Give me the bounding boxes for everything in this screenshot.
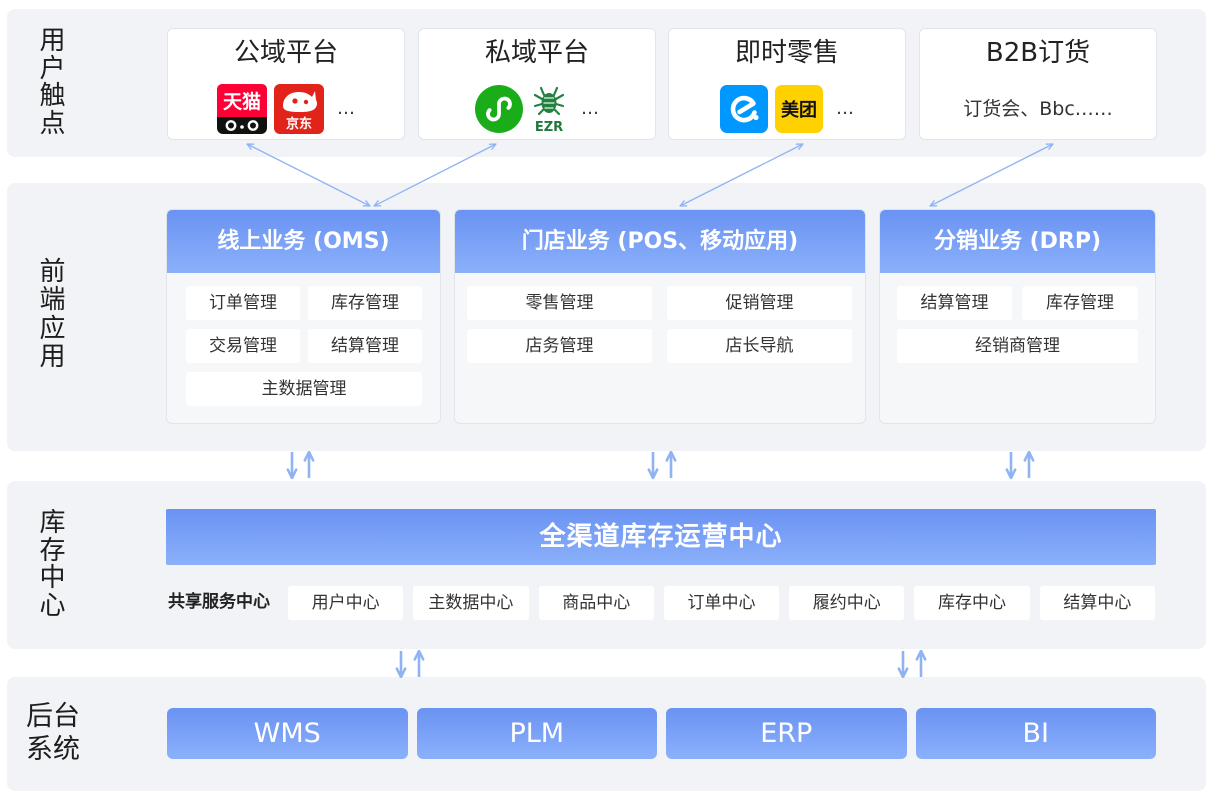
service-item: 库存中心 — [914, 586, 1030, 620]
module-items: 订单管理 库存管理 交易管理 结算管理 主数据管理 — [167, 273, 440, 406]
module-header: 分销业务 (DRP) — [880, 210, 1155, 273]
touchpoint-logos: 天猫 京东 … — [168, 84, 404, 134]
module-items: 结算管理 库存管理 经销商管理 — [880, 273, 1155, 363]
module-card-drp: 分销业务 (DRP) 结算管理 库存管理 经销商管理 — [879, 209, 1156, 424]
touchpoint-description: 订货会、Bbc…… — [963, 98, 1113, 120]
layer-frontend-apps: 前端应用 线上业务 (OMS) 订单管理 库存管理 交易管理 结算管理 主数据管… — [7, 183, 1206, 451]
module-item: 经销商管理 — [897, 329, 1138, 363]
service-item: 履约中心 — [789, 586, 905, 620]
layer-label: 用户触点 — [39, 26, 66, 139]
jd-logo-eye — [303, 99, 309, 105]
module-item: 结算管理 — [308, 329, 422, 363]
shared-services-list: 用户中心 主数据中心 商品中心 订单中心 履约中心 库存中心 结算中心 — [288, 586, 1155, 620]
jd-logo-text: 京东 — [286, 116, 312, 132]
tmall-logo-icon: 天猫 — [217, 84, 267, 134]
system-block-erp: ERP — [666, 708, 907, 759]
backend-systems-list: WMS PLM ERP BI — [167, 708, 1156, 759]
service-item: 订单中心 — [663, 586, 780, 620]
module-items: 零售管理 促销管理 店务管理 店长导航 — [455, 273, 865, 363]
eleme-logo-dot — [753, 114, 759, 121]
system-block-wms: WMS — [167, 708, 408, 759]
shared-services-label: 共享服务中心 — [168, 592, 270, 612]
touchpoint-title: B2B订货 — [985, 38, 1091, 68]
layer-label: 后台系统 — [26, 701, 80, 765]
ezr-logo-icon: EZR — [533, 86, 565, 133]
module-item: 库存管理 — [308, 286, 422, 320]
touchpoint-title: 私域平台 — [484, 38, 589, 68]
module-card-oms: 线上业务 (OMS) 订单管理 库存管理 交易管理 结算管理 主数据管理 — [166, 209, 441, 424]
module-header: 门店业务 (POS、移动应用) — [455, 210, 865, 273]
layer-label: 库存中心 — [39, 508, 66, 622]
module-item: 交易管理 — [186, 329, 300, 363]
more-ellipsis: … — [337, 98, 355, 119]
module-item: 促销管理 — [667, 286, 852, 320]
touchpoint-card-public-domain: 公域平台 天猫 京东 … — [167, 28, 405, 140]
more-ellipsis: … — [581, 98, 599, 119]
module-item: 库存管理 — [1022, 286, 1138, 320]
meituan-logo-text: 美团 — [781, 99, 817, 121]
tmall-logo-nose — [240, 125, 244, 129]
touchpoint-card-b2b-ordering: B2B订货 订货会、Bbc…… — [919, 28, 1157, 140]
service-item: 用户中心 — [288, 586, 404, 620]
jd-logo-eye — [292, 98, 298, 104]
module-card-pos: 门店业务 (POS、移动应用) 零售管理 促销管理 店务管理 店长导航 — [454, 209, 866, 424]
jd-logo-icon: 京东 — [274, 84, 324, 134]
touchpoint-logos: EZR … — [419, 84, 655, 134]
touchpoint-title: 公域平台 — [233, 38, 338, 68]
eleme-logo-icon — [720, 85, 768, 133]
module-item: 结算管理 — [897, 286, 1012, 320]
module-item: 店长导航 — [667, 329, 852, 363]
system-block-bi: BI — [915, 708, 1156, 759]
meituan-logo-icon: 美团 — [775, 85, 823, 133]
inventory-ops-banner: 全渠道库存运营中心 — [166, 509, 1156, 565]
layer-backend-systems: 后台系统 WMS PLM ERP BI — [7, 677, 1206, 791]
ezr-logo-text: EZR — [535, 120, 563, 133]
layer-user-touchpoints: 用户触点 公域平台 天猫 京东 … 私域平台 EZR … 即时零售 美团 … B… — [7, 9, 1206, 157]
layer-label: 前端应用 — [39, 257, 66, 372]
module-item: 主数据管理 — [186, 372, 422, 406]
service-item: 结算中心 — [1039, 586, 1155, 620]
module-item: 订单管理 — [186, 286, 300, 320]
touchpoint-logos: 美团 … — [669, 84, 905, 134]
touchpoint-card-private-domain: 私域平台 EZR … — [418, 28, 656, 140]
module-item: 零售管理 — [467, 286, 652, 320]
touchpoint-title: 即时零售 — [734, 38, 839, 68]
wechat-mini-program-icon — [475, 85, 523, 133]
service-item: 商品中心 — [538, 586, 654, 620]
layer-inventory-center: 库存中心 全渠道库存运营中心 共享服务中心 用户中心 主数据中心 商品中心 订单… — [7, 481, 1206, 649]
touchpoint-card-instant-retail: 即时零售 美团 … — [668, 28, 906, 140]
system-block-plm: PLM — [416, 708, 657, 759]
module-item: 店务管理 — [467, 329, 652, 363]
more-ellipsis: … — [836, 98, 854, 119]
module-header: 线上业务 (OMS) — [167, 210, 440, 273]
service-item: 主数据中心 — [413, 586, 529, 620]
tmall-logo-text: 天猫 — [223, 90, 261, 113]
